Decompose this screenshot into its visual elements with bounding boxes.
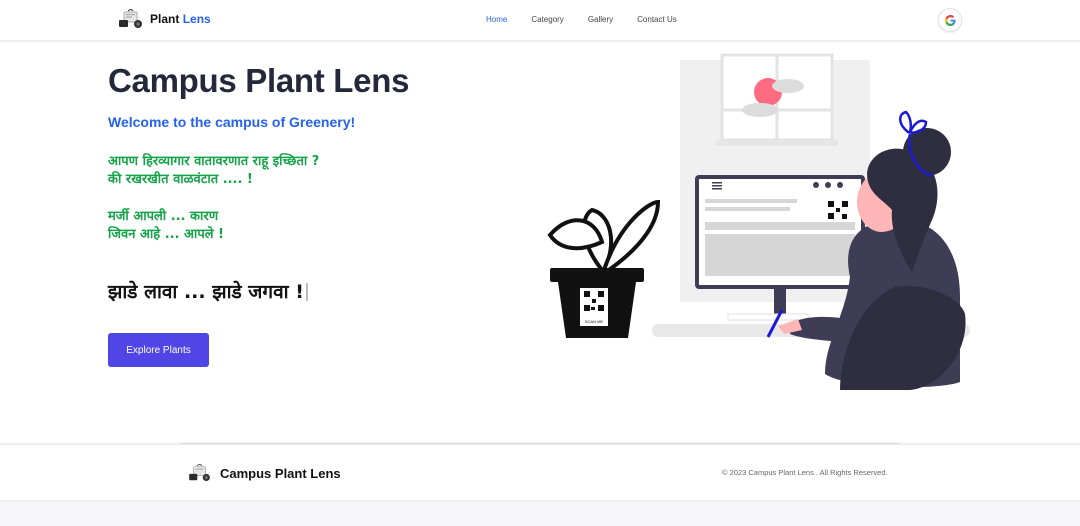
camera-plant-logo-icon	[119, 9, 142, 28]
nav-contact-us[interactable]: Contact Us	[637, 15, 677, 24]
navbar: Plant Lens Home Category Gallery Contact…	[0, 0, 1080, 40]
hero-slogan: झाडे लावा ... झाडे जगवा !	[108, 278, 308, 304]
brand-name: Plant Lens	[150, 12, 211, 26]
hero-title: Campus Plant Lens	[108, 62, 410, 99]
hero-line-4: जिवन आहे ... आपले !	[108, 227, 224, 242]
google-signin-button[interactable]	[938, 8, 962, 32]
hero-line-3: मर्जी आपली ... कारण	[108, 209, 219, 224]
explore-plants-button[interactable]: Explore Plants	[108, 333, 209, 367]
plant-pot-illustration: SCAN ME	[547, 199, 661, 338]
nav-category[interactable]: Category	[531, 15, 563, 24]
hero-illustration: SCAN ME	[547, 53, 970, 390]
copyright-text: © 2023 Campus Plant Lens . All Rights Re…	[722, 468, 888, 477]
camera-plant-logo-icon	[189, 464, 210, 482]
nav-home[interactable]: Home	[486, 15, 507, 24]
google-icon	[944, 14, 956, 26]
footer-site-name: Campus Plant Lens	[220, 465, 341, 481]
brand-logo-link[interactable]: Plant Lens	[118, 9, 211, 29]
hero-subtitle: Welcome to the campus of Greenery!	[108, 114, 356, 130]
svg-text:SCAN ME: SCAN ME	[585, 319, 604, 324]
hero-section: Campus Plant Lens Welcome to the campus …	[0, 40, 1080, 442]
footer-divider	[180, 443, 900, 444]
typing-cursor	[305, 283, 308, 301]
footer-brand[interactable]: Campus Plant Lens	[188, 464, 341, 482]
footer: Campus Plant Lens © 2023 Campus Plant Le…	[0, 443, 1080, 500]
main-nav: Home Category Gallery Contact Us	[486, 15, 701, 24]
hero-line-2: की रखरखीत वाळवंटात .... !	[108, 172, 253, 187]
hero-line-1: आपण हिरव्यागार वातावरणात राहू इच्छिता ?	[108, 154, 320, 169]
nav-gallery[interactable]: Gallery	[588, 15, 613, 24]
